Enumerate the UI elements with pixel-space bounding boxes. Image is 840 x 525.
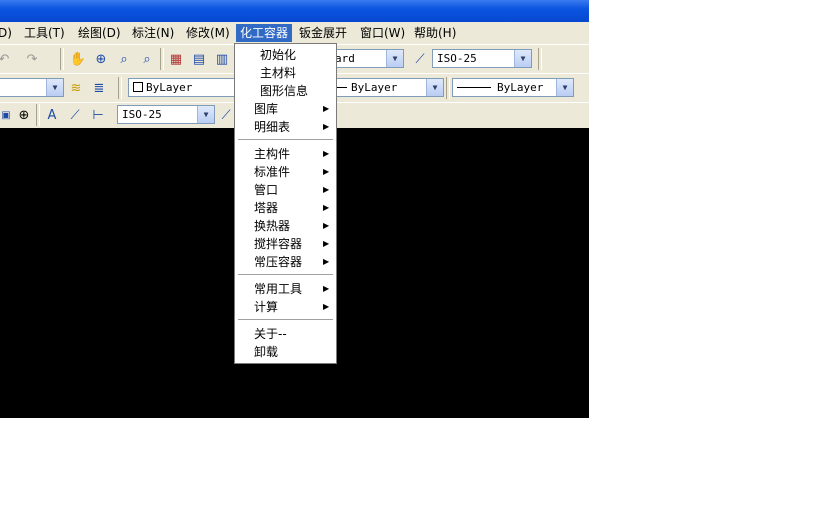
- triangle-right-icon: ▶: [323, 203, 330, 212]
- chevron-down-icon[interactable]: ▼: [386, 50, 403, 67]
- triangle-right-icon: ▶: [323, 185, 330, 194]
- menu-tools[interactable]: 工具(T): [20, 24, 69, 42]
- toolbar-separator: [36, 104, 40, 126]
- lineweight-sample: [457, 87, 491, 88]
- toolbar-separator: [60, 48, 64, 70]
- menu-window[interactable]: 窗口(W): [356, 24, 409, 42]
- triangle-right-icon: ▶: [323, 302, 330, 311]
- menu-help[interactable]: 帮助(H): [410, 24, 460, 42]
- menu-item-common-tools[interactable]: 常用工具 ▶: [235, 280, 336, 298]
- menu-separator: [238, 139, 333, 140]
- triangle-right-icon: ▶: [323, 257, 330, 266]
- triangle-right-icon: ▶: [323, 104, 330, 113]
- linetype-value: ByLayer: [351, 81, 398, 94]
- dimension-style-value: ISO-25: [437, 52, 477, 65]
- menu-format-partial[interactable]: D): [0, 24, 16, 42]
- menu-item-heat-exchanger[interactable]: 换热器 ▶: [235, 217, 336, 235]
- chemical-vessel-menu: 初始化 主材料 图形信息 图库 ▶ 明细表 ▶ 主构件 ▶ 标准件 ▶ 管口 ▶ 塔器 ▶ …: [234, 43, 337, 364]
- pan-icon[interactable]: ✋: [68, 49, 88, 69]
- color-combo[interactable]: ByLayer: [128, 78, 236, 97]
- toolbar-separator: [118, 77, 122, 99]
- dimstyle-combo-2[interactable]: ISO-25 ▼: [117, 105, 215, 124]
- chevron-down-icon[interactable]: ▼: [197, 106, 214, 123]
- layer-combo[interactable]: ▼: [0, 78, 64, 97]
- menu-item-unload[interactable]: 卸载: [235, 343, 336, 361]
- chevron-down-icon[interactable]: ▼: [46, 79, 63, 96]
- menu-item-standard-parts[interactable]: 标准件 ▶: [235, 163, 336, 181]
- redo-icon[interactable]: ↷: [22, 49, 42, 69]
- menu-modify[interactable]: 修改(M): [182, 24, 234, 42]
- zoom-realtime-icon[interactable]: ⊕: [91, 49, 111, 69]
- design-center-icon[interactable]: ▤: [189, 49, 209, 69]
- menu-item-library[interactable]: 图库 ▶: [235, 100, 336, 118]
- lineweight-value: ByLayer: [497, 81, 544, 94]
- menu-item-graphic-info[interactable]: 图形信息: [235, 82, 336, 100]
- linetype-sample: [337, 87, 347, 88]
- menu-item-main-material[interactable]: 主材料: [235, 64, 336, 82]
- menu-item-nozzle[interactable]: 管口 ▶: [235, 181, 336, 199]
- chevron-down-icon[interactable]: ▼: [514, 50, 531, 67]
- triangle-right-icon: ▶: [323, 221, 330, 230]
- menu-item-agitated-vessel[interactable]: 搅拌容器 ▶: [235, 235, 336, 253]
- layer-previous-icon[interactable]: ≋: [66, 78, 86, 98]
- center-mark-icon[interactable]: ⊕: [14, 105, 34, 125]
- triangle-right-icon: ▶: [323, 239, 330, 248]
- lineweight-combo[interactable]: ByLayer ▼: [452, 78, 574, 97]
- undo-icon[interactable]: ↶: [0, 49, 14, 69]
- text-style-value: ard: [335, 52, 355, 65]
- menu-dimension[interactable]: 标注(N): [128, 24, 178, 42]
- menu-draw[interactable]: 绘图(D): [74, 24, 125, 42]
- menu-item-main-component[interactable]: 主构件 ▶: [235, 145, 336, 163]
- dimstyle-value-2: ISO-25: [122, 108, 162, 121]
- menu-item-calculation[interactable]: 计算 ▶: [235, 298, 336, 316]
- zoom-window-icon[interactable]: ⌕: [114, 49, 134, 69]
- menu-chemical-vessel[interactable]: 化工容器: [236, 24, 293, 42]
- color-swatch: [133, 82, 143, 92]
- layers-icon[interactable]: ≣: [89, 78, 109, 98]
- dim-update-icon[interactable]: ⊢: [88, 105, 108, 125]
- menu-item-tower[interactable]: 塔器 ▶: [235, 199, 336, 217]
- zoom-previous-icon[interactable]: ⌕: [137, 49, 157, 69]
- dimension-style-combo[interactable]: ISO-25 ▼: [432, 49, 532, 68]
- toolbar-separator: [538, 48, 542, 70]
- properties-icon[interactable]: ▦: [166, 49, 186, 69]
- toolbar-separator: [160, 48, 164, 70]
- triangle-right-icon: ▶: [323, 284, 330, 293]
- title-bar: [0, 0, 589, 22]
- triangle-right-icon: ▶: [323, 167, 330, 176]
- dim-text-edit-icon[interactable]: A: [42, 105, 62, 125]
- triangle-right-icon: ▶: [323, 149, 330, 158]
- dimension-style-icon[interactable]: ⟋: [410, 49, 430, 69]
- menu-separator: [238, 274, 333, 275]
- menu-item-atmospheric-vessel[interactable]: 常压容器 ▶: [235, 253, 336, 271]
- tool-palettes-icon[interactable]: ▥: [212, 49, 232, 69]
- toolbar-separator: [446, 77, 450, 99]
- color-value: ByLayer: [146, 81, 193, 94]
- menu-separator: [238, 319, 333, 320]
- chevron-down-icon[interactable]: ▼: [556, 79, 573, 96]
- menu-bar: D) 工具(T) 绘图(D) 标注(N) 修改(M) 化工容器 钣金展开 窗口(…: [0, 22, 589, 44]
- linetype-combo[interactable]: ByLayer ▼: [332, 78, 444, 97]
- menu-sheet-metal[interactable]: 钣金展开: [295, 24, 351, 42]
- triangle-right-icon: ▶: [323, 122, 330, 131]
- text-style-combo[interactable]: ard ▼: [330, 49, 404, 68]
- menu-item-about[interactable]: 关于--: [235, 325, 336, 343]
- dim-edit-icon[interactable]: ⟋: [65, 105, 85, 125]
- menu-item-bom[interactable]: 明细表 ▶: [235, 118, 336, 136]
- dimstyle-manager-icon[interactable]: ⟋: [216, 105, 236, 125]
- chevron-down-icon[interactable]: ▼: [426, 79, 443, 96]
- menu-item-initialize[interactable]: 初始化: [235, 46, 336, 64]
